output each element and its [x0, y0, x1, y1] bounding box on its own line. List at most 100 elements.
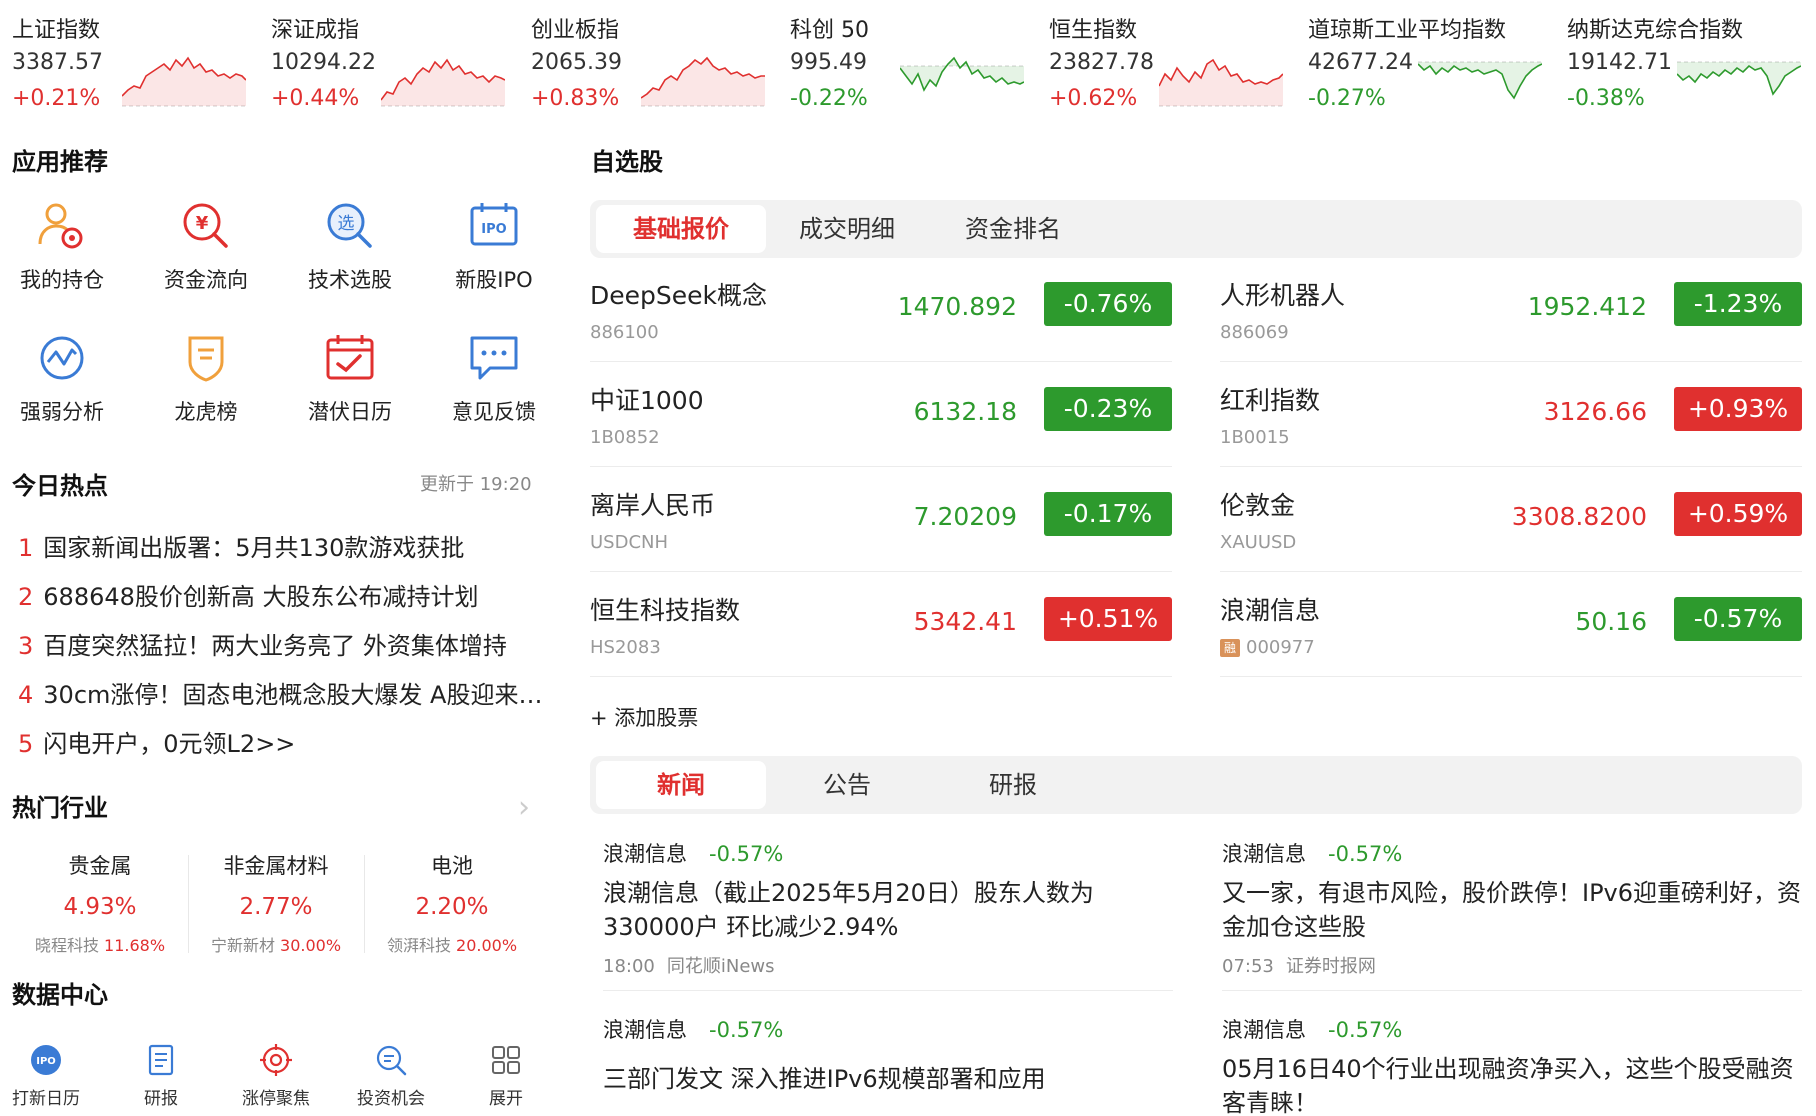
- chevron-right-icon[interactable]: ›: [518, 790, 530, 825]
- hot-item[interactable]: 1 国家新闻出版署：5月共130款游戏获批: [18, 528, 548, 568]
- index-change: -0.27%: [1308, 86, 1386, 111]
- svg-text:IPO: IPO: [36, 1056, 56, 1067]
- index-card-nasdaq[interactable]: 纳斯达克综合指数 19142.71 -0.38%: [1567, 8, 1816, 112]
- news-item[interactable]: 浪潮信息 -0.57% 浪潮信息（截止2025年5月20日）股东人数为330000…: [603, 838, 1183, 978]
- stock-price: 1952.412: [1527, 292, 1647, 321]
- hot-text: 30cm涨停！固态电池概念股大爆发 A股迎来新风口: [43, 681, 548, 709]
- dc-label: 展开: [489, 1089, 523, 1109]
- index-card-shanghai[interactable]: 上证指数 3387.57 +0.21%: [12, 8, 262, 112]
- sparkline-chart: [1418, 61, 1542, 100]
- industry-card[interactable]: 非金属材料 2.77% 宁新新材 30.00%: [188, 850, 364, 960]
- index-change: +0.44%: [271, 86, 360, 111]
- app-dragon-tiger[interactable]: 龙虎榜: [134, 330, 278, 440]
- index-name: 道琼斯工业平均指数: [1308, 18, 1507, 43]
- app-label: 龙虎榜: [174, 400, 238, 424]
- tab-fund-ranking[interactable]: 资金排名: [928, 205, 1098, 253]
- stock-change-badge: -0.23%: [1044, 387, 1172, 431]
- news-stock-change: -0.57%: [1328, 1018, 1403, 1042]
- stock-change-badge: +0.59%: [1674, 492, 1802, 536]
- dc-opportunity[interactable]: 投资机会: [341, 1042, 441, 1116]
- svg-text:选: 选: [338, 214, 355, 234]
- industry-name: 贵金属: [68, 854, 132, 878]
- news-item[interactable]: 浪潮信息 -0.57% 又一家，有退市风险，股价跌停！IPv6迎重磅利好，资金加仓…: [1222, 838, 1802, 978]
- app-label: 我的持仓: [20, 268, 104, 292]
- watchlist-row[interactable]: 红利指数 1B0015 3126.66 +0.93%: [1220, 363, 1802, 467]
- index-value: 19142.71: [1567, 50, 1672, 75]
- stock-picker-icon: 选: [327, 203, 372, 248]
- industry-card[interactable]: 贵金属 4.93% 晓程科技 11.68%: [12, 850, 188, 960]
- index-card-shenzhen[interactable]: 深证成指 10294.22 +0.44%: [271, 8, 521, 112]
- stock-name: 浪潮信息: [1220, 596, 1321, 625]
- hot-item[interactable]: 4 30cm涨停！固态电池概念股大爆发 A股迎来新风口: [18, 675, 548, 715]
- watchlist-row[interactable]: 伦敦金 XAUUSD 3308.8200 +0.59%: [1220, 468, 1802, 572]
- tab-trade-detail[interactable]: 成交明细: [762, 205, 932, 253]
- news-stock-line: 浪潮信息 -0.57%: [1222, 838, 1802, 868]
- tab-basic-quote[interactable]: 基础报价: [596, 205, 766, 253]
- watchlist-row[interactable]: DeepSeek概念 886100 1470.892 -0.76%: [590, 258, 1172, 362]
- stock-change-badge: -0.17%: [1044, 492, 1172, 536]
- app-label: 资金流向: [164, 268, 248, 292]
- app-strength-analysis[interactable]: 强弱分析: [0, 330, 134, 440]
- app-fund-flow[interactable]: ¥ 资金流向: [134, 198, 278, 308]
- industry-card[interactable]: 电池 2.20% 领湃科技 20.00%: [364, 850, 540, 960]
- watchlist-row[interactable]: 浪潮信息 融 000977 50.16 -0.57%: [1220, 573, 1802, 677]
- sparkline-chart: [1677, 61, 1801, 96]
- stock-name: 恒生科技指数: [590, 596, 741, 625]
- app-my-holdings[interactable]: 我的持仓: [0, 198, 134, 308]
- watchlist-row[interactable]: 中证1000 1B0852 6132.18 -0.23%: [590, 363, 1172, 467]
- portfolio-icon: [38, 203, 83, 249]
- dc-label: 研报: [144, 1089, 178, 1109]
- news-stock-name: 浪潮信息: [1222, 1018, 1306, 1042]
- industry-name: 电池: [431, 854, 473, 878]
- index-ticker-strip: 上证指数 3387.57 +0.21% 深证成指 10294.22 +0.44%…: [0, 0, 1816, 118]
- watchlist-row[interactable]: 离岸人民币 USDCNH 7.20209 -0.17%: [590, 468, 1172, 572]
- report-icon: [148, 1044, 174, 1076]
- index-card-dowjones[interactable]: 道琼斯工业平均指数 42677.24 -0.27%: [1308, 8, 1558, 112]
- app-label: 新股IPO: [455, 268, 533, 292]
- stock-price: 3308.8200: [1511, 502, 1647, 531]
- app-stock-picker[interactable]: 选 技术选股: [278, 198, 422, 308]
- tab-news[interactable]: 新闻: [596, 761, 766, 809]
- app-new-ipo[interactable]: IPO 新股IPO: [422, 198, 566, 308]
- stock-name: 人形机器人: [1220, 281, 1346, 310]
- news-title: 三部门发文 深入推进IPv6规模部署和应用: [603, 1065, 1046, 1093]
- app-feedback[interactable]: 意见反馈: [422, 330, 566, 440]
- stock-code-text: 000977: [1246, 637, 1315, 658]
- add-stock-button[interactable]: + 添加股票: [590, 702, 698, 732]
- dc-limit-up-focus[interactable]: 涨停聚焦: [226, 1042, 326, 1116]
- index-value: 2065.39: [531, 50, 622, 75]
- app-latent-calendar[interactable]: 潜伏日历: [278, 330, 422, 440]
- stock-price: 5342.41: [913, 607, 1017, 636]
- watchlist-row[interactable]: 恒生科技指数 HS2083 5342.41 +0.51%: [590, 573, 1172, 677]
- industry-leader: 领湃科技 20.00%: [364, 932, 540, 956]
- stock-code: 融 000977: [1220, 637, 1315, 658]
- index-name: 上证指数: [12, 18, 101, 43]
- watchlist-row[interactable]: 人形机器人 886069 1952.412 -1.23%: [1220, 258, 1802, 362]
- news-item[interactable]: 浪潮信息 -0.57% 三部门发文 深入推进IPv6规模部署和应用: [603, 1014, 1183, 1096]
- news-item[interactable]: 浪潮信息 -0.57% 05月16日40个行业出现融资净买入，这些个股受融资客青睐…: [1222, 1014, 1802, 1116]
- hot-item[interactable]: 2 688648股价创新高 大股东公布减持计划: [18, 577, 548, 617]
- svg-text:IPO: IPO: [481, 222, 506, 237]
- leader-name: 晓程科技: [34, 936, 99, 955]
- dc-label: 投资机会: [357, 1089, 425, 1109]
- dc-report[interactable]: 研报: [111, 1042, 211, 1116]
- hot-item[interactable]: 3 百度突然猛拉！两大业务亮了 外资集体增持: [18, 626, 548, 666]
- news-title: 05月16日40个行业出现融资净买入，这些个股受融资客青睐！: [1222, 1055, 1794, 1116]
- tab-research[interactable]: 研报: [928, 761, 1098, 809]
- data-center-section-title: 数据中心: [12, 981, 108, 1009]
- stock-name: 中证1000: [590, 386, 704, 415]
- hot-item[interactable]: 5 闪电开户，0元领L2>>: [18, 724, 548, 764]
- index-card-chinext[interactable]: 创业板指 2065.39 +0.83%: [531, 8, 781, 112]
- index-card-star50[interactable]: 科创 50 995.49 -0.22%: [790, 8, 1040, 112]
- stock-code: HS2083: [590, 637, 661, 658]
- news-stock-name: 浪潮信息: [1222, 842, 1306, 866]
- index-name: 深证成指: [271, 18, 360, 43]
- index-card-hangseng[interactable]: 恒生指数 23827.78 +0.62%: [1049, 8, 1299, 112]
- target-icon: [260, 1044, 292, 1076]
- dc-expand[interactable]: 展开: [456, 1042, 556, 1116]
- index-name: 恒生指数: [1049, 18, 1138, 43]
- stock-price: 3126.66: [1543, 397, 1647, 426]
- dc-ipo-calendar[interactable]: IPO 打新日历: [0, 1042, 96, 1116]
- tab-announcements[interactable]: 公告: [762, 761, 932, 809]
- index-value: 10294.22: [271, 50, 376, 75]
